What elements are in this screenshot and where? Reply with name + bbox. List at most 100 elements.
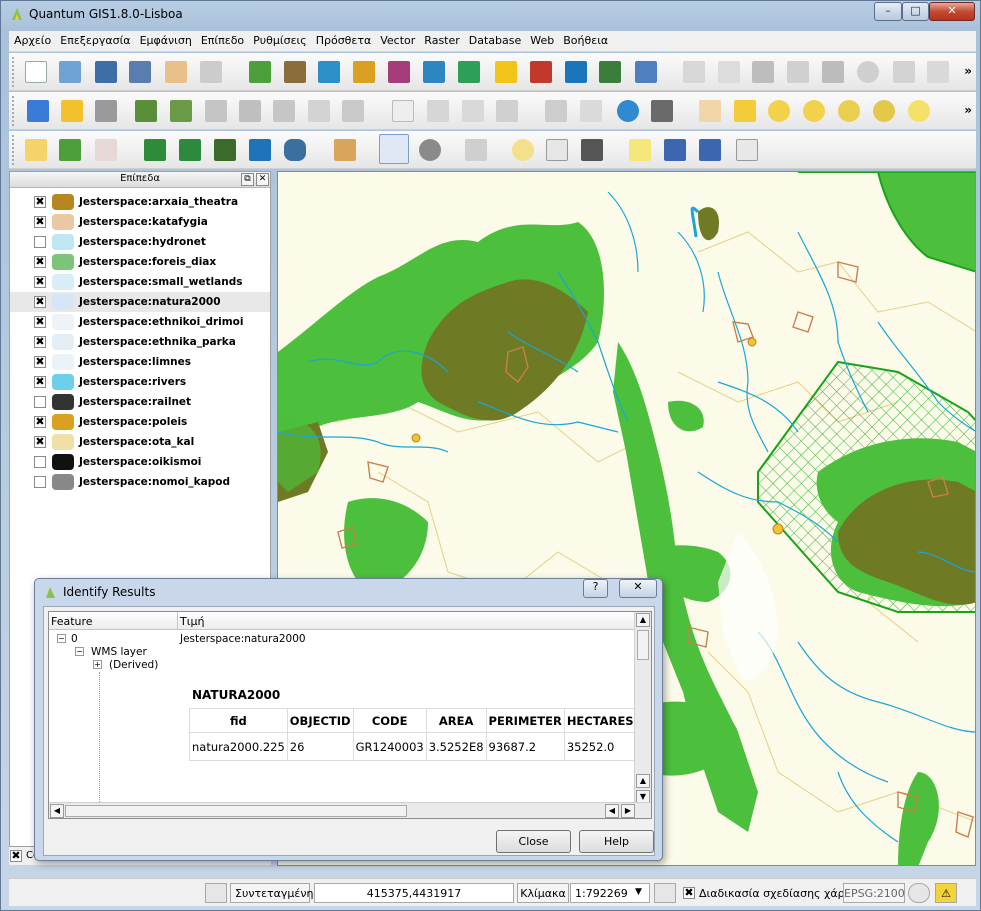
reshape-features-icon[interactable] — [239, 100, 261, 122]
menu-database[interactable]: Database — [464, 31, 526, 47]
menu-file[interactable]: Αρχείο — [9, 31, 55, 47]
toolbar-overflow-button-2[interactable]: » — [964, 103, 972, 117]
layer-visibility-checkbox[interactable]: ✖ — [34, 276, 46, 288]
add-wfs-layer-icon[interactable] — [599, 61, 621, 83]
layer-name[interactable]: Jesterspace:ota_kal — [79, 436, 194, 448]
layer-visibility-checkbox[interactable]: ✖ — [34, 296, 46, 308]
change-label-icon[interactable] — [580, 100, 602, 122]
layer-visibility-checkbox[interactable]: ✖ — [34, 316, 46, 328]
layer-visibility-checkbox[interactable] — [34, 396, 46, 408]
delete-ring-icon[interactable] — [95, 100, 117, 122]
deselect-features-icon[interactable] — [512, 139, 534, 161]
plugin-vd-icon[interactable] — [179, 139, 201, 161]
scroll-left-button[interactable]: ◀ — [50, 804, 64, 818]
layer-row[interactable]: ✖ Jesterspace:small_wetlands — [10, 272, 270, 292]
layer-visibility-checkbox[interactable] — [34, 456, 46, 468]
digitize-polygon-icon[interactable] — [27, 100, 49, 122]
add-point-icon[interactable] — [59, 139, 81, 161]
layer-visibility-checkbox[interactable] — [34, 476, 46, 488]
scroll-right-button[interactable]: ▶ — [621, 804, 635, 818]
layer-row[interactable]: ✖ Jesterspace:natura2000 — [10, 292, 270, 312]
zoom-in-icon[interactable] — [768, 100, 790, 122]
feature-id[interactable]: 0 — [71, 633, 78, 645]
layer-row[interactable]: ✖ Jesterspace:foreis_diax — [10, 252, 270, 272]
new-project-icon[interactable] — [25, 61, 47, 83]
layer-visibility-checkbox[interactable]: ✖ — [34, 376, 46, 388]
select-features-icon[interactable] — [465, 139, 487, 161]
zoom-to-layer-icon[interactable] — [873, 100, 895, 122]
layer-row[interactable]: ✖ Jesterspace:arxaia_theatra — [10, 192, 270, 212]
layer-row[interactable]: ✖ Jesterspace:ota_kal — [10, 432, 270, 452]
layer-visibility-checkbox[interactable]: ✖ — [34, 216, 46, 228]
layer-name[interactable]: Jesterspace:katafygia — [79, 216, 208, 228]
layer-name[interactable]: Jesterspace:foreis_diax — [79, 256, 216, 268]
gps-tools-icon[interactable] — [651, 100, 673, 122]
layer-visibility-checkbox[interactable]: ✖ — [34, 356, 46, 368]
collapse-node-icon[interactable]: − — [57, 634, 66, 643]
save-as-icon[interactable] — [129, 61, 151, 83]
add-raster-layer-icon[interactable] — [284, 61, 306, 83]
run-feature-action-icon[interactable] — [419, 139, 441, 161]
zoom-selection-icon[interactable] — [908, 100, 930, 122]
menu-layer[interactable]: Επίπεδο — [196, 31, 248, 47]
menu-plugins[interactable]: Πρόσθετα — [311, 31, 376, 47]
toggle-extents-icon[interactable] — [205, 883, 227, 903]
layer-name[interactable]: Jesterspace:rivers — [79, 376, 186, 388]
delete-part-icon[interactable] — [205, 100, 227, 122]
globe-icon[interactable] — [617, 100, 639, 122]
layer-visibility-checkbox[interactable]: ✖ — [34, 256, 46, 268]
save-project-icon[interactable] — [95, 61, 117, 83]
collapse-wms-icon[interactable]: − — [75, 647, 84, 656]
plugin-cloud-icon[interactable] — [249, 139, 271, 161]
attribute-table-icon[interactable] — [546, 139, 568, 161]
dialog-help-button[interactable]: ? — [583, 579, 608, 598]
print-icon[interactable] — [200, 61, 222, 83]
layer-row[interactable]: ✖ Jesterspace:limnes — [10, 352, 270, 372]
projection-globe-icon[interactable] — [908, 883, 930, 903]
toolbar-grip[interactable] — [12, 96, 16, 126]
menu-web[interactable]: Web — [525, 31, 558, 47]
menu-raster[interactable]: Raster — [419, 31, 463, 47]
layer-name[interactable]: Jesterspace:oikismoi — [79, 456, 201, 468]
layer-name[interactable]: Jesterspace:poleis — [79, 416, 187, 428]
layer-row[interactable]: Jesterspace:hydronet — [10, 232, 270, 252]
add-ring-icon[interactable] — [61, 100, 83, 122]
pan-to-selection-icon[interactable] — [734, 100, 756, 122]
zoom-out-icon[interactable] — [803, 100, 825, 122]
plugin-map-icon[interactable] — [214, 139, 236, 161]
wms-layer-node[interactable]: WMS layer — [91, 646, 147, 658]
help-button[interactable]: Help — [579, 830, 654, 853]
menu-help[interactable]: Βοήθεια — [558, 31, 612, 47]
offset-curve-icon[interactable] — [273, 100, 295, 122]
map-tips-icon[interactable] — [334, 139, 356, 161]
derived-node[interactable]: (Derived) — [109, 659, 158, 671]
open-project-icon[interactable] — [59, 61, 81, 83]
layer-visibility-checkbox[interactable]: ✖ — [34, 196, 46, 208]
node-tool-icon[interactable] — [822, 61, 844, 83]
merge-features-icon[interactable] — [342, 100, 364, 122]
label-abc-icon[interactable] — [392, 100, 414, 122]
rotate-label-icon[interactable] — [545, 100, 567, 122]
warning-icon[interactable]: ⚠ — [935, 883, 957, 903]
new-print-composer-icon[interactable] — [165, 61, 187, 83]
layer-name[interactable]: Jesterspace:ethnikoi_drimoi — [79, 316, 244, 328]
pan-hand-icon[interactable] — [699, 100, 721, 122]
layer-name[interactable]: Jesterspace:nomoi_kapod — [79, 476, 230, 488]
close-window-button[interactable]: ✕ — [929, 2, 975, 21]
add-wcs-layer-icon[interactable] — [458, 61, 480, 83]
chevron-down-icon[interactable]: ▼ — [635, 887, 642, 897]
float-panel-button[interactable]: ⧉ — [241, 173, 254, 186]
scroll-down-step-button[interactable]: ▲ — [636, 774, 650, 788]
menu-view[interactable]: Εμφάνιση — [135, 31, 196, 47]
add-postgis-layer-icon[interactable] — [318, 61, 340, 83]
coordinate-field[interactable]: 415375,4431917 — [314, 883, 514, 903]
home-bookmark-icon[interactable] — [699, 139, 721, 161]
cut-features-icon[interactable] — [893, 61, 915, 83]
copy-features-icon[interactable] — [927, 61, 949, 83]
pin-labels-icon[interactable] — [427, 100, 449, 122]
open-table-icon[interactable] — [635, 61, 657, 83]
plugin-green-icon[interactable] — [144, 139, 166, 161]
layer-name[interactable]: Jesterspace:ethnika_parka — [79, 336, 236, 348]
close-button[interactable]: Close — [496, 830, 571, 853]
move-feature-icon[interactable] — [787, 61, 809, 83]
